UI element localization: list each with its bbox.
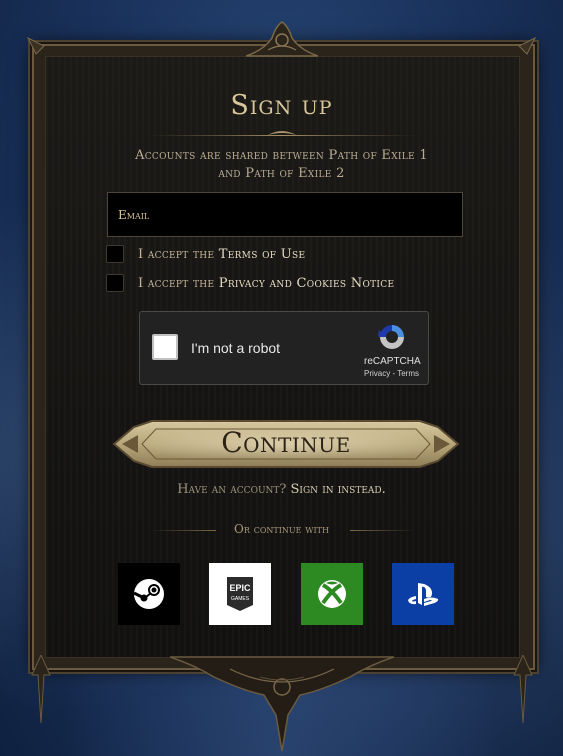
playstation-button[interactable]: [392, 563, 454, 625]
privacy-label: I accept the Privacy and Cookies Notice: [138, 276, 394, 291]
epic-games-icon: EPIC GAMES: [227, 577, 253, 611]
terms-checkbox[interactable]: [106, 245, 124, 263]
email-field[interactable]: [108, 193, 462, 236]
terms-row: I accept the Terms of Use: [106, 244, 305, 264]
recaptcha-brand: reCAPTCHA: [364, 356, 421, 367]
privacy-link[interactable]: Privacy and Cookies Notice: [219, 276, 395, 291]
xbox-icon: [318, 580, 346, 608]
privacy-prefix: I accept the: [138, 275, 215, 291]
recaptcha-widget: I'm not a robot reCAPTCHA Privacy - Term…: [139, 311, 429, 385]
title-divider: [146, 131, 418, 136]
playstation-icon: [408, 583, 439, 606]
recaptcha-terms: Privacy - Terms: [364, 369, 419, 378]
steam-icon: [133, 579, 164, 609]
sign-in-link[interactable]: Sign in instead.: [291, 482, 386, 497]
epic-label: EPIC: [229, 583, 251, 593]
have-account-text: Have an account?: [177, 482, 287, 497]
corner-spike-bottom-right: [513, 655, 533, 724]
have-account-row: Have an account? Sign in instead.: [45, 482, 518, 497]
privacy-checkbox[interactable]: [106, 274, 124, 292]
top-ornament-icon: [246, 21, 318, 57]
terms-prefix: I accept the: [138, 246, 215, 262]
epic-games-button[interactable]: EPIC GAMES: [209, 563, 271, 625]
terms-label: I accept the Terms of Use: [138, 247, 305, 262]
subtitle-line-1: Accounts are shared between Path of Exil…: [135, 148, 428, 163]
subtitle-line-2: and Path of Exile 2: [218, 166, 345, 181]
privacy-row: I accept the Privacy and Cookies Notice: [106, 273, 394, 293]
subtitle: Accounts are shared between Path of Exil…: [80, 147, 483, 183]
recaptcha-logo-icon: [378, 325, 404, 349]
recaptcha-label: I'm not a robot: [191, 340, 281, 356]
page-title: Sign up: [230, 90, 333, 121]
recaptcha-privacy-link[interactable]: Privacy: [364, 369, 390, 378]
terms-link[interactable]: Terms of Use: [219, 247, 306, 262]
continue-button-label[interactable]: Continue: [112, 426, 460, 459]
recaptcha-checkbox[interactable]: [152, 334, 178, 360]
corner-spike-bottom-left: [31, 655, 51, 724]
bottom-ornament-icon: [170, 656, 394, 752]
or-continue-with: Or continue with: [234, 522, 329, 536]
steam-button[interactable]: [118, 563, 180, 625]
xbox-button[interactable]: [301, 563, 363, 625]
corner-spike-top-left: [26, 36, 45, 55]
corner-spike-top-right: [518, 36, 537, 55]
epic-sub: GAMES: [231, 596, 250, 602]
email-field-container: [107, 192, 463, 237]
recaptcha-terms-link[interactable]: Terms: [397, 369, 419, 378]
